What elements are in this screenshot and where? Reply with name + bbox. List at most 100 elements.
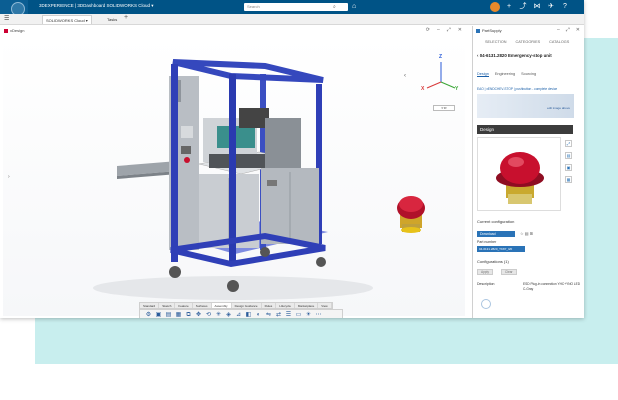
menu-icon[interactable]: ☰ <box>4 15 9 22</box>
design-panel-title-text: xDesign <box>10 28 25 33</box>
expand-tree-icon[interactable]: › <box>8 174 10 180</box>
search-icon[interactable]: ⌕ <box>333 3 336 11</box>
subtab-sourcing[interactable]: Sourcing <box>521 72 536 77</box>
design-panel: xDesign ⟳ – ⤢ ✕ Z Y X ▾ ▾▾ ‹ › Standard … <box>0 26 468 318</box>
tab-solidworks-cloud[interactable]: SOLIDWORKS Cloud ▾ <box>42 15 92 24</box>
mate-icon[interactable]: ⧉ <box>184 311 193 318</box>
list-icon[interactable]: ▤ <box>525 231 529 236</box>
nav-selection[interactable]: SELECTION <box>485 40 507 44</box>
compare-icon[interactable]: ⊞ <box>530 231 533 236</box>
clear-button[interactable]: Clear <box>501 269 517 275</box>
expand-icon[interactable]: ⤢ <box>566 27 570 33</box>
top-icons: + ⤴ ⋈ ✈ ? <box>490 2 570 12</box>
part-number-label: Part number <box>477 240 497 244</box>
current-configuration-label[interactable]: Current configuration <box>477 219 514 224</box>
assembly-icon[interactable]: ▤ <box>164 311 173 318</box>
tab-feature[interactable]: Feature <box>175 303 193 308</box>
tab-sketch[interactable]: Sketch <box>159 303 176 308</box>
move-icon[interactable]: ✥ <box>194 311 203 318</box>
xdesign-logo-icon <box>4 28 8 33</box>
expand-icon[interactable]: ⤢ <box>447 27 451 33</box>
hide-icon[interactable]: ◐ <box>254 311 263 318</box>
part-subtabs: Design Engineering Sourcing <box>477 72 536 77</box>
3d-view-icon[interactable]: ▤ <box>565 152 572 159</box>
section-icon[interactable]: ◧ <box>244 311 253 318</box>
measure-icon[interactable]: ⊿ <box>234 311 243 318</box>
part-supply-nav: SELECTION CATEGORIES CATALOGS <box>485 40 569 44</box>
apply-button[interactable]: Apply <box>477 269 493 275</box>
banner-text: edit image above <box>547 106 570 110</box>
nav-categories[interactable]: CATEGORIES <box>516 40 541 44</box>
download-button[interactable]: Download <box>477 231 515 237</box>
part-title: ‹ 04-6131.2820 Emergency-stop unit <box>477 53 552 58</box>
action-bar-icons: ⚙ ▣ ▤ ▦ ⧉ ✥ ⟲ ✳ ◈ ⊿ ◧ ◐ ⇋ ⇄ ☰ ▭ ☀ ⋯ <box>139 309 343 318</box>
minimize-icon[interactable]: – <box>557 27 560 33</box>
app-window: 3DEXPERIENCE | 3DDashboard SOLIDWORKS Cl… <box>0 0 584 318</box>
tab-surfaces[interactable]: Surfaces <box>193 303 212 308</box>
supplier-banner[interactable]: edit image above <box>477 94 574 118</box>
close-icon[interactable]: ✕ <box>576 27 580 33</box>
partsupply-logo-icon <box>476 28 480 33</box>
add-tab-button[interactable]: + <box>124 14 128 21</box>
triad-y-label: Y <box>455 86 459 92</box>
network-icon[interactable]: ⋈ <box>532 2 542 12</box>
drawing-icon[interactable]: ▭ <box>294 311 303 318</box>
subtab-engineering[interactable]: Engineering <box>495 72 515 77</box>
triad-x-label: X <box>421 86 425 92</box>
image-view-icon[interactable]: ▣ <box>565 164 572 171</box>
description-label: Description <box>477 282 495 286</box>
3d-viewport[interactable]: Z Y X ▾ ▾▾ ‹ › Standard Sketch Feature S… <box>3 36 465 318</box>
action-bar-tabs: Standard Sketch Feature Surfaces Assembl… <box>139 302 333 309</box>
download-side-icons: ☆ ▤ ⊞ <box>520 231 533 236</box>
stage: 3DEXPERIENCE | 3DDashboard SOLIDWORKS Cl… <box>0 0 618 400</box>
pattern-icon[interactable]: ▦ <box>174 311 183 318</box>
add-icon[interactable]: + <box>504 2 514 12</box>
tab-bar: ☰ SOLIDWORKS Cloud ▾ Tasks + <box>0 14 584 25</box>
rotate-icon[interactable]: ⟲ <box>204 311 213 318</box>
component-icon[interactable]: ▣ <box>154 311 163 318</box>
mirror-icon[interactable]: ⇋ <box>264 311 273 318</box>
render-icon[interactable]: ☀ <box>304 311 313 318</box>
part-title-text: 04-6131.2820 Emergency-stop unit <box>479 53 552 58</box>
interference-icon[interactable]: ◈ <box>224 311 233 318</box>
minimize-icon[interactable]: – <box>437 27 440 33</box>
brand-title[interactable]: 3DEXPERIENCE | 3DDashboard SOLIDWORKS Cl… <box>39 3 153 9</box>
help-icon[interactable]: ? <box>560 2 570 12</box>
view-select[interactable]: ▾ ▾▾ <box>433 105 455 111</box>
collapse-left-icon[interactable]: ‹ <box>404 73 406 79</box>
tab-design-guidance[interactable]: Design Guidance <box>232 303 262 308</box>
configurations-label[interactable]: Configurations (1) <box>477 259 509 264</box>
tag-icon[interactable]: ⌂ <box>352 2 356 12</box>
image-side-icons: ⤢ ▤ ▣ ▦ <box>565 140 572 183</box>
tab-view[interactable]: View <box>318 303 332 308</box>
part-image <box>477 137 561 211</box>
explode-icon[interactable]: ✳ <box>214 311 223 318</box>
tab-standard[interactable]: Standard <box>140 303 160 308</box>
more-icon[interactable]: ⋯ <box>314 311 323 318</box>
favorite-icon[interactable]: ☆ <box>520 231 524 236</box>
tab-lifecycle[interactable]: Lifecycle <box>276 303 295 308</box>
bom-icon[interactable]: ☰ <box>284 311 293 318</box>
nav-catalogs[interactable]: CATALOGS <box>549 40 569 44</box>
close-icon[interactable]: ✕ <box>458 27 462 33</box>
part-supply-panel: PartSupply – ⤢ ✕ SELECTION CATEGORIES CA… <box>472 26 584 318</box>
share-icon[interactable]: ⤴ <box>518 2 528 12</box>
refresh-icon[interactable]: ⟳ <box>426 27 430 33</box>
avatar[interactable] <box>490 2 500 12</box>
tab-tasks[interactable]: Tasks <box>104 15 120 24</box>
part-supply-app-name: PartSupply <box>482 28 502 33</box>
emergency-stop-model <box>397 196 425 233</box>
gallery-icon[interactable]: ▦ <box>565 176 572 183</box>
fullscreen-icon[interactable]: ⤢ <box>565 140 572 147</box>
tab-marketplace[interactable]: Marketplace <box>295 303 319 308</box>
replace-icon[interactable]: ⇄ <box>274 311 283 318</box>
compass-small-icon[interactable]: ✈ <box>546 2 556 12</box>
subtab-design[interactable]: Design <box>477 72 489 77</box>
tab-rules[interactable]: Rules <box>262 303 277 308</box>
part-supply-controls: – ⤢ ✕ <box>557 27 580 33</box>
description-value: ESD Plug-in connection YHC+YNO LED C-Gra… <box>523 282 581 291</box>
part-number-field[interactable]: 04-6131.2820_TK87_I20 <box>477 246 525 252</box>
tab-assembly[interactable]: Assembly <box>211 303 232 308</box>
insert-icon[interactable]: ⚙ <box>144 311 153 318</box>
part-catalog-link[interactable]: EAO | xENDCHEV-STOP | pushbutton - compl… <box>477 87 557 91</box>
